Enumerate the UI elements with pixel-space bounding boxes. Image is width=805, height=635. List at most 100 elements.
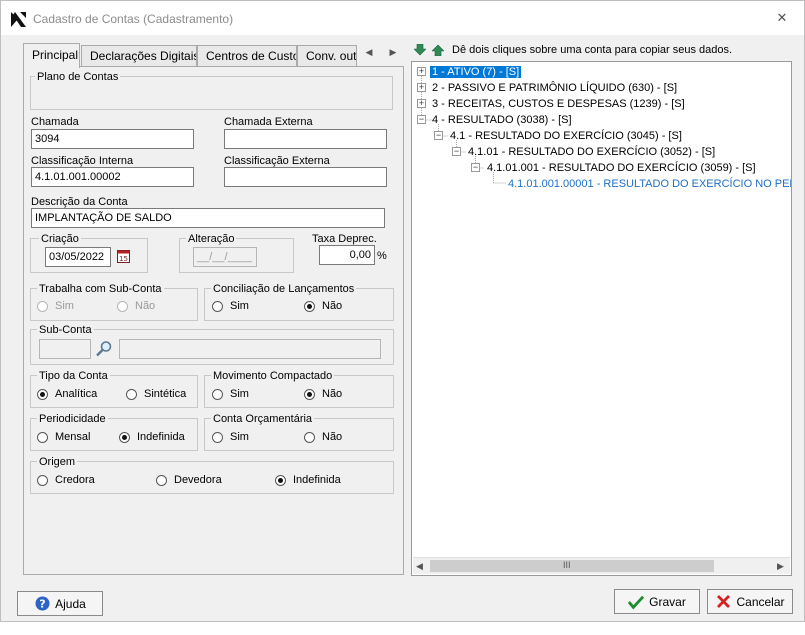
tree-item-4-1-01-001[interactable]: 4.1.01.001 - RESULTADO DO EXERCÍCIO (305… [487, 161, 756, 176]
tree-hint-text: Dê dois cliques sobre uma conta para cop… [452, 44, 733, 56]
cancelar-label: Cancelar [736, 594, 785, 609]
descricao-field[interactable]: IMPLANTAÇÃO DE SALDO [31, 208, 385, 228]
movimento-sim-radio[interactable]: Sim [212, 388, 249, 400]
expand-icon[interactable]: + [417, 99, 426, 108]
periodicidade-mensal-label: Mensal [55, 431, 91, 443]
calendar-icon[interactable]: 15 [117, 249, 130, 263]
movimento-nao-radio[interactable]: Não [304, 388, 342, 400]
tab-declaracoes-digitais[interactable]: Declarações Digitais [81, 45, 197, 67]
classificacao-externa-label: Classificação Externa [224, 155, 330, 167]
tab-scroll-left-icon[interactable]: ◀ [363, 47, 375, 59]
tree-item-4-1[interactable]: 4.1 - RESULTADO DO EXERCÍCIO (3045) - [S… [450, 129, 682, 144]
percent-label: % [377, 250, 387, 262]
title-bar: Cadastro de Contas (Cadastramento) ✕ [1, 1, 804, 35]
subconta-code-field [39, 339, 91, 359]
plano-de-contas-group: Plano de Contas [30, 71, 393, 110]
tipo-analitica-radio[interactable]: Analítica [37, 388, 97, 400]
check-icon [628, 594, 645, 610]
chamada-field[interactable]: 3094 [31, 129, 194, 149]
movimento-compactado-label: Movimento Compactado [211, 370, 335, 382]
plano-de-contas-label: Plano de Contas [35, 71, 121, 83]
criacao-date-field[interactable]: 03/05/2022 [45, 247, 111, 267]
conciliacao-nao-label: Não [322, 300, 343, 312]
scroll-left-icon[interactable]: ◀ [416, 561, 423, 572]
app-logo-icon [10, 11, 27, 28]
collapse-icon[interactable]: − [417, 115, 426, 124]
origem-label: Origem [37, 456, 78, 468]
tree-item-passivo[interactable]: 2 - PASSIVO E PATRIMÔNIO LÍQUIDO (630) -… [432, 81, 677, 96]
scrollbar-thumb[interactable] [430, 560, 714, 572]
subconta-description-field [119, 339, 381, 359]
tipo-analitica-label: Analítica [55, 388, 98, 400]
tree-item-4-1-01-001-00001[interactable]: 4.1.01.001.00001 - RESULTADO DO EXERCÍCI… [508, 177, 791, 192]
collapse-icon[interactable]: − [471, 163, 480, 172]
tree-item-resultado[interactable]: 4 - RESULTADO (3038) - [S] [432, 113, 572, 128]
movimento-sim-label: Sim [230, 388, 249, 400]
scroll-right-icon[interactable]: ▶ [777, 561, 784, 572]
conciliacao-sim-radio[interactable]: Sim [212, 300, 249, 312]
radio-icon [212, 388, 223, 400]
svg-text:15: 15 [119, 255, 128, 263]
collapse-icon[interactable]: − [434, 131, 443, 140]
arrow-up-icon[interactable] [431, 44, 445, 57]
taxa-deprec-field[interactable]: 0,00 [319, 245, 375, 265]
criacao-label: Criação [39, 233, 81, 245]
chamada-label: Chamada [31, 116, 79, 128]
movimento-compactado-group: Movimento Compactado Sim Não [204, 370, 394, 408]
ajuda-button[interactable]: ? Ajuda [17, 591, 103, 616]
conta-orcamentaria-group: Conta Orçamentária Sim Não [204, 413, 394, 451]
descricao-label: Descrição da Conta [31, 196, 128, 208]
alteracao-group: Alteração __/__/____ [179, 233, 294, 273]
criacao-group: Criação 03/05/2022 15 [30, 233, 148, 273]
tab-conv-outra[interactable]: Conv. outra [297, 45, 357, 67]
tab-principal[interactable]: Principal [23, 43, 80, 68]
expand-icon[interactable]: + [417, 67, 426, 76]
dialog-window: Cadastro de Contas (Cadastramento) ✕ Pri… [0, 0, 805, 622]
origem-group: Origem Credora Devedora Indefinida [30, 456, 394, 494]
radio-icon [156, 474, 167, 486]
scrollbar-grip: III [563, 560, 571, 570]
origem-credora-radio[interactable]: Credora [37, 474, 95, 486]
orcamentaria-sim-radio[interactable]: Sim [212, 431, 249, 443]
subconta-sim-radio[interactable]: Sim [37, 300, 74, 312]
origem-indefinida-radio[interactable]: Indefinida [275, 474, 341, 486]
tab-panel-principal: Plano de Contas Chamada 3094 Chamada Ext… [23, 66, 404, 575]
collapse-icon[interactable]: − [452, 147, 461, 156]
conciliacao-nao-radio[interactable]: Não [304, 300, 342, 312]
horizontal-scrollbar[interactable]: ◀ III ▶ [413, 557, 790, 574]
radio-icon [37, 474, 48, 486]
origem-devedora-radio[interactable]: Devedora [156, 474, 222, 486]
subconta-nao-radio[interactable]: Não [117, 300, 155, 312]
expand-icon[interactable]: + [417, 83, 426, 92]
subconta-nao-label: Não [135, 300, 156, 312]
tree-item-ativo[interactable]: 1 - ATIVO (7) - [S] [430, 65, 522, 80]
gravar-label: Gravar [649, 594, 686, 609]
periodicidade-indefinida-label: Indefinida [137, 431, 185, 443]
search-icon[interactable] [95, 340, 113, 358]
origem-devedora-label: Devedora [174, 474, 222, 486]
classificacao-externa-field[interactable] [224, 167, 387, 187]
cancel-x-icon [715, 594, 731, 610]
conciliacao-label: Conciliação de Lançamentos [211, 283, 357, 295]
gravar-button[interactable]: Gravar [614, 589, 700, 614]
svg-text:?: ? [39, 598, 45, 611]
cancelar-button[interactable]: Cancelar [707, 589, 793, 614]
periodicidade-mensal-radio[interactable]: Mensal [37, 431, 90, 443]
arrow-down-icon[interactable] [413, 43, 427, 56]
close-icon[interactable]: ✕ [773, 9, 791, 27]
tree-item-4-1-01[interactable]: 4.1.01 - RESULTADO DO EXERCÍCIO (3052) -… [468, 145, 715, 160]
account-tree[interactable]: + 1 - ATIVO (7) - [S] + 2 - PASSIVO E PA… [411, 61, 792, 576]
periodicidade-indefinida-radio[interactable]: Indefinida [119, 431, 185, 443]
tab-centros-de-custo[interactable]: Centros de Custo [197, 45, 297, 67]
classificacao-interna-field[interactable]: 4.1.01.001.00002 [31, 167, 194, 187]
tab-scroll-right-icon[interactable]: ▶ [387, 47, 399, 59]
help-icon: ? [34, 596, 50, 612]
trabalha-subconta-group: Trabalha com Sub-Conta Sim Não [30, 283, 198, 321]
chamada-externa-label: Chamada Externa [224, 116, 313, 128]
tipo-sintetica-label: Sintética [144, 388, 187, 400]
chamada-externa-field[interactable] [224, 129, 387, 149]
tipo-conta-label: Tipo da Conta [37, 370, 110, 382]
orcamentaria-nao-radio[interactable]: Não [304, 431, 342, 443]
tree-item-receitas[interactable]: 3 - RECEITAS, CUSTOS E DESPESAS (1239) -… [432, 97, 685, 112]
tipo-sintetica-radio[interactable]: Sintética [126, 388, 186, 400]
